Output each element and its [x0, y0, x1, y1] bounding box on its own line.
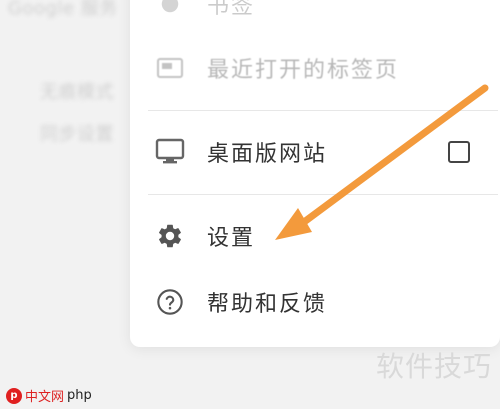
menu-item-desktop-site[interactable]: 桌面版网站	[130, 122, 500, 182]
menu-divider	[148, 194, 498, 195]
gear-icon	[155, 221, 185, 251]
menu-item-label: 桌面版网站	[207, 142, 328, 167]
star-icon	[155, 0, 185, 19]
monitor-icon	[155, 137, 185, 167]
help-circle-icon	[155, 287, 185, 317]
screenshot-stage: Google 服务 无痕模式 同步设置 书签 最近打开的标签页 桌面版网站 设置…	[0, 0, 500, 409]
recent-tabs-icon	[155, 53, 185, 83]
background-line: 同步设置	[40, 124, 114, 145]
menu-item-recent-tabs[interactable]: 最近打开的标签页	[130, 38, 500, 98]
overflow-menu: 书签 最近打开的标签页 桌面版网站 设置 帮助和反馈	[130, 0, 500, 347]
menu-item-help-feedback[interactable]: 帮助和反馈	[130, 272, 500, 332]
watermark-text: 软件技巧	[375, 350, 492, 383]
watermark-logo-text: 中文网	[25, 390, 65, 405]
background-page: Google 服务 无痕模式 同步设置	[0, 0, 140, 409]
menu-item-label: 设置	[207, 226, 256, 251]
menu-item-label: 最近打开的标签页	[207, 58, 400, 83]
desktop-site-checkbox[interactable]	[448, 141, 470, 163]
php-logo-icon: p	[6, 387, 22, 404]
watermark-logo-site: php	[67, 388, 92, 403]
menu-item-label: 帮助和反馈	[207, 292, 328, 317]
background-line: Google 服务	[8, 0, 118, 19]
menu-item-settings[interactable]: 设置	[130, 206, 500, 266]
watermark-logo: p 中文网 php	[6, 386, 92, 405]
menu-item-label: 书签	[207, 0, 256, 19]
background-line: 无痕模式	[40, 82, 114, 103]
menu-divider	[148, 110, 498, 111]
menu-item-bookmarks[interactable]: 书签	[130, 0, 500, 22]
